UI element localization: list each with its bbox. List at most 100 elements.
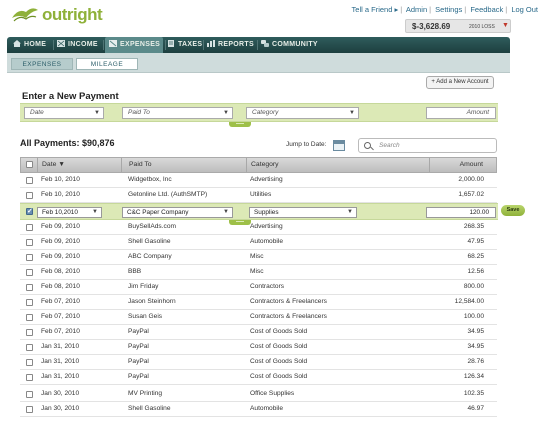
edit-paid-to-select[interactable]: C&C Paper Company ▼ <box>122 207 233 218</box>
row-amount: 1,657.02 <box>458 191 484 198</box>
main-nav: HOME INCOME EXPENSES TAXES REPORTS COMMU… <box>7 37 510 53</box>
tell-a-friend-link[interactable]: Tell a Friend ▸ <box>352 5 399 14</box>
row-checkbox[interactable] <box>26 374 33 381</box>
table-row[interactable]: Feb 09, 2010 BuySellAds.com Advertising … <box>20 220 497 235</box>
row-checkbox[interactable] <box>26 207 33 215</box>
date-select[interactable]: Date ▼ <box>24 107 104 119</box>
row-category: Misc <box>250 253 264 260</box>
row-amount: 800.00 <box>463 283 484 290</box>
row-checkbox[interactable] <box>26 269 33 276</box>
search-input[interactable]: Search <box>358 138 497 153</box>
row-checkbox[interactable] <box>26 239 33 246</box>
row-category: Contractors & Freelancers <box>250 298 327 305</box>
row-category: Contractors & Freelancers <box>250 313 327 320</box>
table-row[interactable]: Feb 08, 2010 Jim Friday Contractors 800.… <box>20 280 497 295</box>
nav-home-label: HOME <box>24 41 47 48</box>
row-checkbox[interactable] <box>26 359 33 366</box>
row-date: Feb 09, 2010 <box>41 223 80 230</box>
row-category: Automobile <box>250 238 283 245</box>
paid-to-placeholder: Paid To <box>128 109 150 116</box>
feedback-link[interactable]: Feedback <box>470 5 503 14</box>
edit-category-select[interactable]: Supplies ▼ <box>249 207 357 218</box>
new-payment-form: Date ▼ Paid To ▼ Category ▼ Amount <box>20 103 498 122</box>
table-row[interactable]: Jan 30, 2010 MV Printing Office Supplies… <box>20 387 497 402</box>
save-button[interactable]: Save <box>501 205 525 216</box>
table-row[interactable]: Jan 31, 2010 PayPal Cost of Goods Sold 3… <box>20 340 497 355</box>
row-checkbox[interactable] <box>26 177 33 184</box>
paid-to-select[interactable]: Paid To ▼ <box>122 107 233 119</box>
tab-expenses[interactable]: EXPENSES <box>11 58 73 70</box>
amount-column-header[interactable]: Amount <box>460 158 483 172</box>
all-payments-total: All Payments: $90,876 <box>20 138 115 148</box>
row-checkbox[interactable] <box>26 284 33 291</box>
amount-input[interactable]: Amount <box>426 107 496 119</box>
category-select[interactable]: Category ▼ <box>246 107 359 119</box>
row-date: Feb 09, 2010 <box>41 253 80 260</box>
edit-date-select[interactable]: Feb 10,2010 ▼ <box>37 207 102 218</box>
table-row[interactable]: Jan 30, 2010 Shell Gasoline Automobile 4… <box>20 402 497 417</box>
row-checkbox[interactable] <box>26 314 33 321</box>
row-checkbox[interactable] <box>26 299 33 306</box>
row-amount: 34.95 <box>467 328 484 335</box>
paid-to-column-header[interactable]: Paid To <box>129 158 152 172</box>
row-paid-to: Jim Friday <box>128 283 159 290</box>
row-checkbox[interactable] <box>26 329 33 336</box>
edit-paid-to-value: C&C Paper Company <box>127 209 189 216</box>
edit-amount-input[interactable]: 120.00 <box>426 207 496 218</box>
row-amount: 12.56 <box>467 268 484 275</box>
admin-link[interactable]: Admin <box>406 5 427 14</box>
table-row[interactable]: Feb 10, 2010 Widgetbox, Inc Advertising … <box>20 173 497 188</box>
row-checkbox[interactable] <box>26 344 33 351</box>
row-date: Feb 07, 2010 <box>41 298 80 305</box>
table-row[interactable]: Feb 09, 2010 Shell Gasoline Automobile 4… <box>20 235 497 250</box>
date-column-header[interactable]: Date ▼ <box>42 158 65 172</box>
edit-date-value: Feb 10,2010 <box>42 209 78 216</box>
row-amount: 12,584.00 <box>454 298 484 305</box>
nav-home[interactable]: HOME <box>13 37 51 53</box>
nav-community[interactable]: COMMUNITY <box>261 37 325 53</box>
tab-mileage[interactable]: MILEAGE <box>76 58 138 70</box>
table-row[interactable]: Feb 07, 2010 Jason Steinhorn Contractors… <box>20 295 497 310</box>
table-row[interactable]: Feb 10, 2010 Getonline Ltd. (AuthSMTP) U… <box>20 188 497 203</box>
calendar-icon[interactable] <box>333 140 345 151</box>
add-account-button[interactable]: + Add a New Account <box>426 76 494 89</box>
table-row[interactable]: Jan 31, 2010 PayPal Cost of Goods Sold 1… <box>20 370 497 385</box>
date-placeholder: Date <box>30 109 44 116</box>
table-row[interactable]: Feb 07, 2010 Susan Geis Contractors & Fr… <box>20 310 497 325</box>
nav-expenses[interactable]: EXPENSES <box>105 37 163 53</box>
row-date: Jan 31, 2010 <box>41 358 80 365</box>
row-amount: 102.35 <box>463 390 484 397</box>
sub-nav: EXPENSES MILEAGE <box>7 53 510 73</box>
nav-reports[interactable]: REPORTS <box>207 37 257 53</box>
jump-to-date-label: Jump to Date: <box>286 141 327 148</box>
row-paid-to: Jason Steinhorn <box>128 298 176 305</box>
new-payment-title: Enter a New Payment <box>22 91 119 102</box>
search-icon <box>364 142 371 149</box>
row-checkbox[interactable] <box>26 192 33 199</box>
loss-summary-box[interactable]: $-3,628.69 2010 LOSS ▼ <box>405 19 511 33</box>
table-row[interactable]: Feb 08, 2010 BBB Misc 12.56 <box>20 265 497 280</box>
row-category: Cost of Goods Sold <box>250 343 308 350</box>
row-date: Feb 09, 2010 <box>41 238 80 245</box>
outright-logo[interactable]: outright <box>10 4 103 28</box>
row-checkbox[interactable] <box>26 254 33 261</box>
nav-income[interactable]: INCOME <box>57 37 101 53</box>
table-row[interactable]: Jan 31, 2010 PayPal Cost of Goods Sold 2… <box>20 355 497 370</box>
logout-link[interactable]: Log Out <box>511 5 538 14</box>
row-date: Feb 10, 2010 <box>41 176 80 183</box>
row-checkbox[interactable] <box>26 406 33 413</box>
expand-handle[interactable] <box>229 122 251 127</box>
nav-taxes[interactable]: TAXES <box>167 37 203 53</box>
category-column-header[interactable]: Category <box>251 158 279 172</box>
row-category: Misc <box>250 268 264 275</box>
row-paid-to: Susan Geis <box>128 313 163 320</box>
table-row[interactable]: Feb 07, 2010 PayPal Cost of Goods Sold 3… <box>20 325 497 340</box>
expenses-icon <box>109 40 117 47</box>
home-icon <box>13 40 21 47</box>
select-all-checkbox[interactable] <box>26 161 33 168</box>
table-row[interactable]: Feb 09, 2010 ABC Company Misc 68.25 <box>20 250 497 265</box>
settings-link[interactable]: Settings <box>435 5 462 14</box>
row-checkbox[interactable] <box>26 391 33 398</box>
nav-expenses-label: EXPENSES <box>120 41 161 48</box>
row-checkbox[interactable] <box>26 224 33 231</box>
